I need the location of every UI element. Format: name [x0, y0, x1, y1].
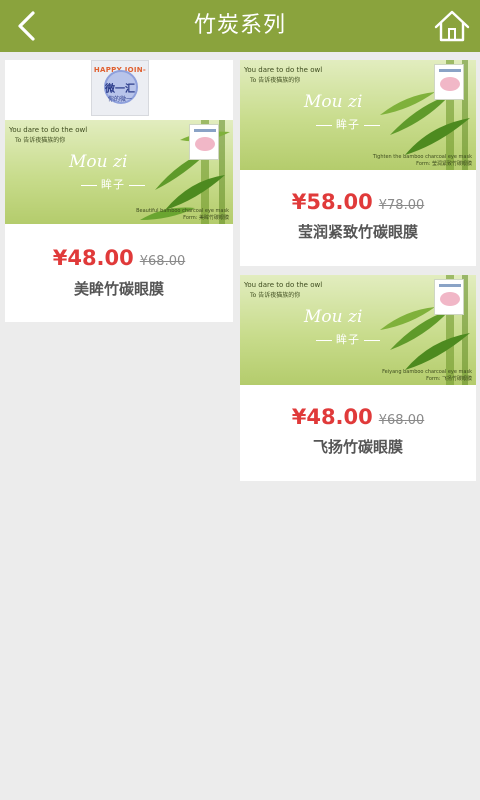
banner-tagline-cn: To 告诉夜猫族的你 — [250, 77, 301, 84]
original-price: ¥68.00 — [139, 254, 186, 269]
home-button[interactable] — [432, 7, 472, 45]
product-image[interactable]: You dare to do the owl To 告诉夜猫族的你 Mou zi… — [5, 120, 233, 224]
logo-subtitle: 你的微一 — [107, 96, 132, 103]
package-thumbnail — [434, 64, 464, 100]
current-price: ¥48.00 — [291, 405, 373, 429]
product-name[interactable]: 莹润紧致竹碳眼膜 — [240, 221, 476, 242]
banner-tagline: You dare to do the owl — [244, 66, 323, 74]
product-image[interactable]: You dare to do the owl To 告诉夜猫族的你 Mou zi… — [240, 275, 476, 385]
banner-tagline: You dare to do the owl — [9, 126, 88, 134]
banner-brand: Mou zi — [304, 92, 363, 112]
banner-description-cn: Form: 飞扬竹碳眼膜 — [426, 376, 472, 382]
banner-brand-cn: 眸子 — [77, 176, 149, 192]
current-price: ¥48.00 — [52, 246, 134, 270]
banner-description-cn: Form: 美眸竹碳眼膜 — [183, 215, 229, 221]
banner-description-cn: Form: 莹润紧致竹碳眼膜 — [416, 161, 472, 167]
package-thumbnail — [434, 279, 464, 315]
product-name[interactable]: 美眸竹碳眼膜 — [5, 278, 233, 299]
house-icon — [434, 10, 470, 42]
package-thumbnail — [189, 124, 219, 160]
shop-logo: HAPPY JOIN-US 微一汇 你的微一 — [91, 60, 149, 116]
banner-tagline-cn: To 告诉夜猫族的你 — [250, 292, 301, 299]
banner-brand: Mou zi — [69, 152, 128, 172]
original-price: ¥68.00 — [378, 413, 425, 428]
product-card-1[interactable]: HAPPY JOIN-US 微一汇 你的微一 You dare to do th… — [5, 60, 233, 322]
banner-tagline-cn: To 告诉夜猫族的你 — [15, 137, 66, 144]
page-title: 竹炭系列 — [193, 13, 286, 38]
top-bar: 竹炭系列 — [0, 0, 480, 52]
banner-brand-cn: 眸子 — [312, 116, 384, 132]
logo-name: 微一汇 — [105, 84, 135, 95]
product-image[interactable]: You dare to do the owl To 告诉夜猫族的你 Mou zi… — [240, 60, 476, 170]
current-price: ¥58.00 — [291, 190, 373, 214]
banner-tagline: You dare to do the owl — [244, 281, 323, 289]
product-card-3[interactable]: You dare to do the owl To 告诉夜猫族的你 Mou zi… — [240, 275, 476, 481]
price-row: ¥48.00 ¥68.00 — [5, 246, 233, 270]
original-price: ¥78.00 — [378, 198, 425, 213]
banner-brand-cn: 眸子 — [312, 331, 384, 347]
product-card-2[interactable]: You dare to do the owl To 告诉夜猫族的你 Mou zi… — [240, 60, 476, 266]
product-name[interactable]: 飞扬竹碳眼膜 — [240, 436, 476, 457]
price-row: ¥48.00 ¥68.00 — [240, 405, 476, 429]
price-row: ¥58.00 ¥78.00 — [240, 190, 476, 214]
banner-brand: Mou zi — [304, 307, 363, 327]
